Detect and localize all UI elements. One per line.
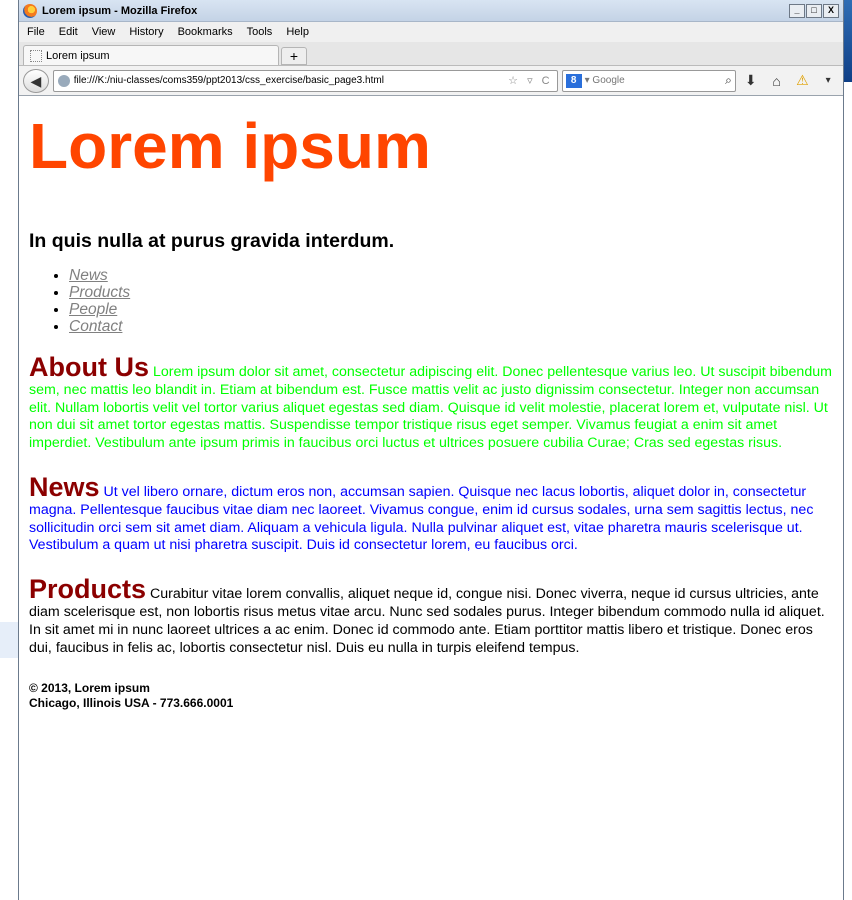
menu-bar: File Edit View History Bookmarks Tools H… [19, 22, 843, 42]
desktop-ghost [0, 622, 18, 658]
search-bar[interactable]: 8 ▾ Google ⌕ [561, 69, 736, 92]
link-products[interactable]: Products [69, 284, 130, 301]
window-controls: _ □ X [789, 3, 839, 18]
firefox-icon [23, 3, 37, 18]
footer-address: Chicago, Illinois USA - 773.666.0001 [29, 696, 234, 711]
section-text-products: Curabitur vitae lorem convallis, aliquet… [29, 586, 825, 656]
menu-edit[interactable]: Edit [59, 26, 78, 38]
section-heading-products: Products [29, 574, 147, 605]
page-title: Lorem ipsum [29, 110, 431, 182]
menu-bookmarks[interactable]: Bookmarks [178, 26, 233, 38]
list-item: News [69, 267, 833, 284]
section-news: News Ut vel libero ornare, dictum eros n… [29, 473, 833, 555]
tab-lorem-ipsum[interactable]: Lorem ipsum [23, 45, 279, 65]
search-engine-icon[interactable]: 8 [565, 73, 582, 88]
section-about: About Us Lorem ipsum dolor sit amet, con… [29, 354, 833, 453]
menu-view[interactable]: View [92, 26, 116, 38]
link-contact[interactable]: Contact [69, 318, 122, 335]
page-favicon-icon [30, 49, 42, 62]
menu-file[interactable]: File [27, 26, 45, 38]
browser-window: Lorem ipsum - Mozilla Firefox _ □ X File… [18, 0, 844, 900]
tab-bar: Lorem ipsum + [19, 42, 843, 66]
search-input[interactable]: ▾ Google [585, 75, 726, 86]
menu-help[interactable]: Help [286, 26, 309, 38]
warning-icon[interactable]: ⚠ [791, 72, 813, 89]
title-bar: Lorem ipsum - Mozilla Firefox _ □ X [19, 0, 843, 22]
tab-label: Lorem ipsum [46, 49, 110, 62]
url-bar[interactable]: file:///K:/niu-classes/coms359/ppt2013/c… [52, 69, 558, 92]
search-icon[interactable]: ⌕ [725, 73, 732, 88]
page-content: Lorem ipsum In quis nulla at purus gravi… [19, 104, 843, 711]
menu-tools[interactable]: Tools [247, 26, 273, 38]
close-button[interactable]: X [823, 3, 839, 18]
home-icon[interactable]: ⌂ [766, 73, 788, 89]
url-text[interactable]: file:///K:/niu-classes/coms359/ppt2013/c… [74, 75, 508, 86]
menu-history[interactable]: History [129, 26, 163, 38]
page-subtitle: In quis nulla at purus gravida interdum. [29, 230, 395, 252]
maximize-button[interactable]: □ [806, 3, 822, 18]
globe-icon [57, 74, 70, 87]
back-button[interactable]: ◀ [23, 68, 49, 93]
section-heading-about: About Us [29, 352, 149, 382]
section-products: Products Curabitur vitae lorem convallis… [29, 576, 833, 657]
download-icon[interactable]: ⬇ [740, 72, 762, 89]
list-item: Contact [69, 318, 833, 335]
section-text-news: Ut vel libero ornare, dictum eros non, a… [29, 483, 814, 554]
menu-chevron-icon[interactable]: ▾ [817, 75, 839, 86]
section-text-about: Lorem ipsum dolor sit amet, consectetur … [29, 364, 832, 452]
footer-copyright: © 2013, Lorem ipsum [29, 681, 150, 696]
section-heading-news: News [29, 471, 100, 502]
nav-links: News Products People Contact [29, 267, 833, 335]
bookmark-star-icon[interactable]: ☆ ▿ C [508, 74, 552, 87]
link-people[interactable]: People [69, 301, 117, 318]
list-item: Products [69, 284, 833, 301]
list-item: People [69, 301, 833, 318]
navigation-bar: ◀ file:///K:/niu-classes/coms359/ppt2013… [19, 66, 843, 96]
minimize-button[interactable]: _ [789, 3, 805, 18]
page-footer: © 2013, Lorem ipsum Chicago, Illinois US… [29, 681, 833, 711]
window-title: Lorem ipsum - Mozilla Firefox [42, 4, 198, 17]
link-news[interactable]: News [69, 267, 108, 284]
new-tab-button[interactable]: + [281, 47, 307, 65]
